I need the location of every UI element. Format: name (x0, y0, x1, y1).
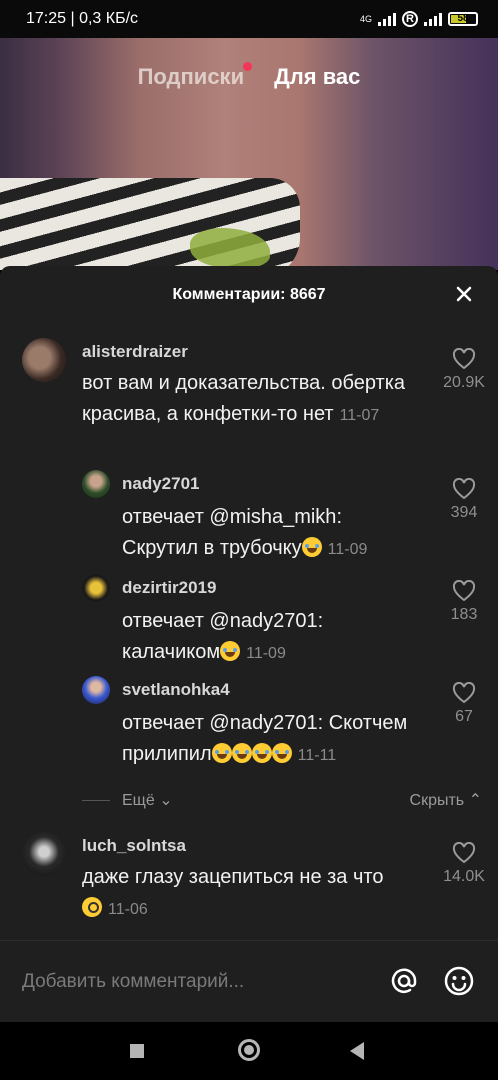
heart-icon (452, 580, 476, 602)
mention-link[interactable]: @nady2701 (209, 610, 317, 632)
network-type: 4G (359, 14, 372, 24)
comment-text: отвечает @misha_mikh: Скрутил в трубочку… (122, 506, 368, 559)
chevron-down-icon: ⌄ (159, 792, 173, 809)
comment-date: 11-07 (339, 407, 380, 424)
tab-for-you[interactable]: Для вас (274, 64, 360, 90)
system-navigation-bar (0, 1022, 498, 1080)
comment-date: 11-06 (108, 901, 148, 918)
status-bar: 17:25 | 0,3 КБ/с 4G R 58 (0, 0, 498, 38)
avatar[interactable] (82, 470, 110, 498)
close-icon[interactable] (450, 280, 478, 308)
laughing-crying-emoji (220, 641, 241, 661)
comment-text: отвечает @nady2701: калачиком 11-09 (122, 610, 324, 663)
recents-icon[interactable] (130, 1044, 144, 1058)
status-time: 17:25 | 0,3 КБ/с (26, 10, 139, 27)
home-icon[interactable] (238, 1039, 260, 1061)
comment-date: 11-09 (246, 645, 286, 662)
avatar[interactable] (82, 574, 110, 602)
hide-replies-button[interactable]: Скрыть ⌃ (410, 790, 482, 810)
comment-composer: Добавить комментарий... (0, 940, 498, 1023)
comment-date: 11-09 (327, 541, 368, 558)
comment-text: отвечает @nady2701: Скотчем прилипил 11-1… (122, 712, 408, 765)
laughing-crying-emoji (211, 743, 232, 763)
mention-icon[interactable] (388, 965, 420, 997)
laughing-crying-emoji (251, 743, 272, 763)
heart-icon (452, 348, 476, 370)
comment-username[interactable]: dezirtir2019 (122, 578, 217, 598)
heart-icon (452, 842, 476, 864)
comment-username[interactable]: luch_solntsa (82, 836, 186, 856)
notification-dot (243, 62, 253, 71)
battery-icon: 58 (448, 12, 478, 26)
avatar[interactable] (22, 832, 66, 876)
like-count: 14.0K (443, 868, 485, 885)
avatar[interactable] (22, 338, 66, 382)
comment-username[interactable]: nady2701 (122, 474, 200, 494)
like-count: 20.9K (443, 374, 485, 391)
comments-header: Комментарии: 8667 (0, 266, 498, 324)
back-icon[interactable] (350, 1042, 364, 1060)
comments-list: alisterdraizer вот вам и доказательства.… (0, 328, 498, 944)
tab-following[interactable]: Подписки (138, 62, 253, 90)
comment-text: вот вам и доказательства. обертка красив… (82, 372, 406, 425)
signal-icon-2 (424, 12, 442, 26)
status-icons: 4G R 58 (360, 11, 478, 27)
show-more-button[interactable]: Ещё ⌄ (122, 790, 173, 810)
laughing-crying-emoji (301, 537, 322, 557)
chevron-up-icon: ⌃ (468, 792, 482, 809)
laughing-crying-emoji (231, 743, 252, 763)
avatar[interactable] (82, 676, 110, 704)
emoji-icon[interactable] (443, 965, 475, 997)
heart-icon (452, 478, 476, 500)
mention-link[interactable]: @nady2701 (209, 712, 317, 734)
like-button[interactable]: 183 (434, 580, 494, 624)
replies-toggle-row: Ещё ⌄ Скрыть ⌃ (82, 784, 482, 818)
comment-username[interactable]: svetlanohka4 (122, 680, 230, 700)
comment-date: 11-11 (297, 747, 337, 764)
comments-title: Комментарии: 8667 (172, 286, 326, 303)
like-button[interactable]: 394 (434, 478, 494, 522)
like-count: 67 (455, 708, 473, 725)
mention-link[interactable]: @misha_mikh (209, 506, 336, 528)
comment-input[interactable]: Добавить комментарий... (22, 971, 244, 993)
like-button[interactable]: 14.0K (434, 842, 494, 886)
monocle-face-emoji (82, 897, 102, 917)
signal-icon (378, 12, 396, 26)
feed-tabs: Подписки Для вас (0, 62, 498, 90)
divider (82, 800, 110, 801)
like-button[interactable]: 67 (434, 682, 494, 726)
comment-text: даже глазу зацепиться не за что 11-06 (82, 866, 384, 918)
like-button[interactable]: 20.9K (434, 348, 494, 392)
like-count: 183 (450, 606, 478, 623)
laughing-crying-emoji (271, 743, 292, 763)
roaming-icon: R (402, 11, 418, 27)
comments-sheet: Комментарии: 8667 alisterdraizer вот вам… (0, 266, 498, 1022)
comment-username[interactable]: alisterdraizer (82, 342, 188, 362)
like-count: 394 (450, 504, 478, 521)
heart-icon (452, 682, 476, 704)
